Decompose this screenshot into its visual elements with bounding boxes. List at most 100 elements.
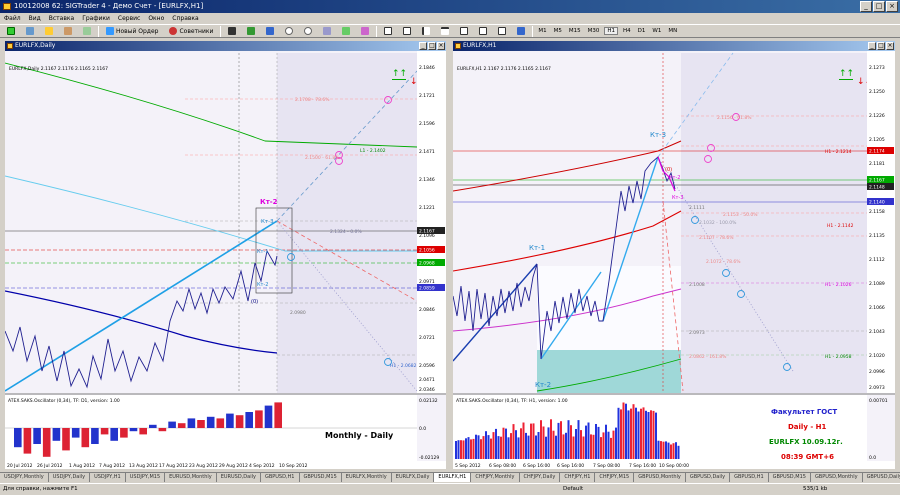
autoscroll-button[interactable] (338, 26, 354, 37)
chart-tab[interactable]: EURUSD,Monthly (165, 473, 217, 482)
daily-chart-canvas[interactable]: ↑↑ ↓↓ EURLFX,Daily 2.1167 2.1176 2.1165 … (5, 51, 446, 469)
chart-window-titlebar: EURLFX,H1 _ □ × (453, 41, 895, 51)
bar-chart-button[interactable] (224, 26, 240, 37)
chart-minimize-button[interactable]: _ (419, 42, 427, 50)
zoom-in-button[interactable] (281, 26, 297, 37)
profiles-icon (26, 27, 34, 35)
oscillator-bar (540, 420, 542, 459)
oscillator-title: ATEX.SAKS.Oscillator (0,34), TF: H1, ver… (456, 398, 568, 404)
chart-close-button[interactable]: × (886, 42, 894, 50)
experts-button[interactable]: Советники (165, 26, 217, 37)
oscillator-bar (530, 423, 532, 459)
date-tick: 10 Sep 00:00 (659, 463, 689, 469)
new-order-button[interactable]: Новый Ордер (102, 26, 162, 37)
menu-insert[interactable]: Вставка (49, 13, 74, 24)
menu-window[interactable]: Окно (148, 13, 164, 24)
osc-scale-tick: 0.02132 (419, 398, 438, 404)
chart-tab[interactable]: GBPUSD,M15 (300, 473, 342, 482)
chart-tab[interactable]: GBPUSD,H1 (261, 473, 300, 482)
tile-button[interactable] (319, 26, 335, 37)
chart-maximize-button[interactable]: □ (428, 42, 436, 50)
oscillator-bar (610, 437, 612, 459)
zoom-out-button[interactable] (300, 26, 316, 37)
candle-chart-button[interactable] (243, 26, 259, 37)
line-chart-button[interactable] (262, 26, 278, 37)
kt2-label: Кт-2 (260, 198, 278, 206)
oscillator-bar (81, 428, 90, 448)
level-label: H1 - 2.0682 (390, 363, 417, 369)
chart-tab[interactable]: GBPUSD,Daily (863, 473, 900, 482)
maximize-button[interactable]: □ (873, 1, 885, 12)
menu-help[interactable]: Справка (172, 13, 198, 24)
minimize-button[interactable]: _ (860, 1, 872, 12)
chart-tab[interactable]: CHFJPY,M15 (595, 473, 635, 482)
chart-tab[interactable]: EURLFX,Daily (392, 473, 435, 482)
chart-tab[interactable]: GBPUSD,H1 (730, 473, 769, 482)
navigator-button[interactable] (60, 26, 76, 37)
chart-tab[interactable]: GBPUSD,M15 (769, 473, 811, 482)
kt2-label: Кт-2 (535, 381, 551, 389)
chart-tab[interactable]: EURLFX,Monthly (342, 473, 392, 482)
oscillator-bar (527, 435, 530, 459)
chart-tab[interactable]: CHFJPY,Daily (520, 473, 561, 482)
tf-w1[interactable]: W1 (650, 28, 663, 34)
chart-tab[interactable]: USDJPY,M15 (126, 473, 166, 482)
text-tool-button[interactable] (494, 26, 510, 37)
close-button[interactable]: × (886, 1, 898, 12)
oscillator-bar (635, 407, 637, 459)
chart-tab[interactable]: GBPUSD,Monthly (811, 473, 863, 482)
channel-button[interactable] (475, 26, 491, 37)
chart-tab[interactable]: EURLFX,H1 (434, 473, 472, 482)
date-tick: 1 Aug 2012 (69, 463, 95, 469)
tf-h1[interactable]: H1 (604, 27, 619, 35)
tf-m30[interactable]: M30 (586, 28, 602, 34)
arrows-button[interactable] (513, 26, 529, 37)
terminal-button[interactable] (79, 26, 95, 37)
h1-chart-canvas[interactable]: ↑↑ ↓↓ EURLFX,H1 2.1167 2.1176 2.1165 2.1… (453, 51, 895, 469)
price-tick: 2.0596 (419, 363, 435, 369)
chart-tab[interactable]: CHFJPY,Monthly (471, 473, 520, 482)
hline-button[interactable] (437, 26, 453, 37)
chart-info-label: EURLFX,H1 2.1167 2.1176 2.1165 2.1167 (457, 66, 551, 72)
price-tag-label: 2.1167 (419, 229, 435, 235)
chart-window-h1[interactable]: EURLFX,H1 _ □ × ↑↑ ↓↓ EURLFX,H1 2.1167 2… (451, 39, 897, 471)
caption-line: 08:39 GMT+6 (781, 453, 834, 461)
chart-tab[interactable]: USDJPY,Monthly (0, 473, 49, 482)
chart-shift-button[interactable] (357, 26, 373, 37)
chart-close-button[interactable]: × (437, 42, 445, 50)
chart-window-daily[interactable]: EURLFX,Daily _□× ↑↑ ↓↓ EURLFX,Daily 2. (3, 39, 448, 471)
tf-mn[interactable]: MN (666, 28, 679, 34)
date-tick: 6 Sep 08:00 (489, 463, 516, 469)
crosshair-button[interactable] (399, 26, 415, 37)
menu-file[interactable]: Файл (4, 13, 21, 24)
tf-m5[interactable]: M5 (552, 28, 564, 34)
new-chart-button[interactable] (3, 26, 19, 37)
menu-charts[interactable]: Графики (82, 13, 110, 24)
menu-view[interactable]: Вид (29, 13, 41, 24)
chart-minimize-button[interactable]: _ (868, 42, 876, 50)
oscillator-bar (490, 438, 492, 459)
price-tag-label: 2.0859 (419, 286, 435, 292)
vline-button[interactable] (418, 26, 434, 37)
price-tick: 2.1273 (869, 65, 885, 71)
market-watch-button[interactable] (41, 26, 57, 37)
oscillator-bar (91, 428, 99, 444)
chart-maximize-button[interactable]: □ (877, 42, 885, 50)
chart-tab[interactable]: GBPUSD,Monthly (634, 473, 686, 482)
chart-tab[interactable]: CHFJPY,H1 (560, 473, 596, 482)
tf-m15[interactable]: M15 (567, 28, 583, 34)
cursor-button[interactable] (380, 26, 396, 37)
tf-h4[interactable]: H4 (621, 28, 633, 34)
chart-tab[interactable]: USDJPY,H1 (90, 473, 126, 482)
price-scale (867, 51, 895, 393)
price-tick: 2.1226 (869, 113, 885, 119)
chart-tab[interactable]: GBPUSD,Daily (686, 473, 731, 482)
profiles-button[interactable] (22, 26, 38, 37)
menu-tools[interactable]: Сервис (118, 13, 140, 24)
chart-tab[interactable]: USDJPY,Daily (49, 473, 91, 482)
tf-d1[interactable]: D1 (636, 28, 648, 34)
tf-m1[interactable]: M1 (536, 28, 548, 34)
oscillator-bar (206, 416, 215, 428)
trendline-button[interactable] (456, 26, 472, 37)
chart-tab[interactable]: EURUSD,Daily (217, 473, 261, 482)
